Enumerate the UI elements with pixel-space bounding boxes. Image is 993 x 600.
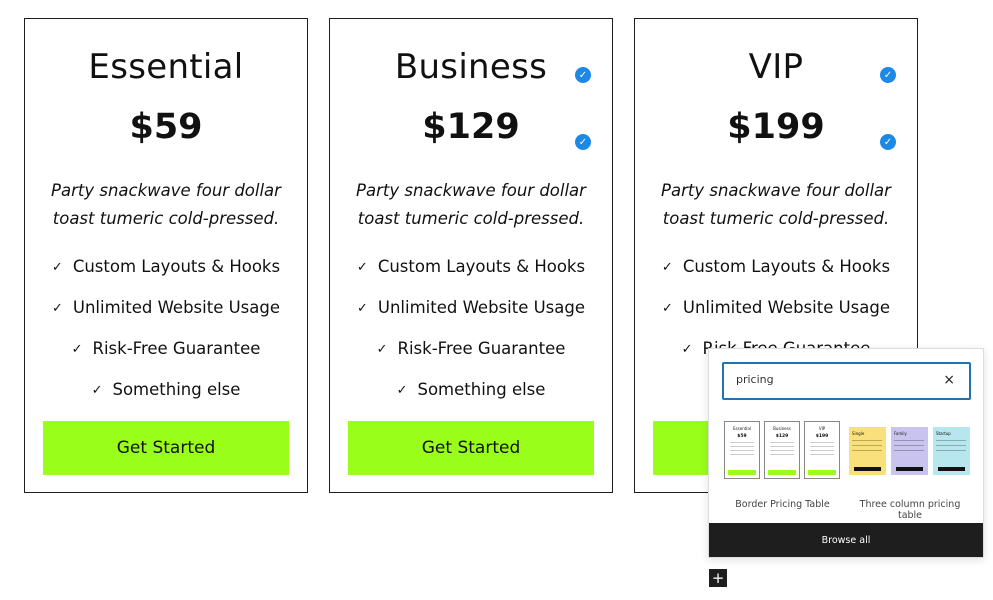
check-icon: ✓ xyxy=(51,260,63,275)
card-title[interactable]: VIP xyxy=(635,47,917,87)
card-title[interactable]: Essential xyxy=(25,47,307,87)
block-inserter-popover: × Essential $59 Business $129 VIP $199 B… xyxy=(708,348,984,558)
card-description[interactable]: Party snackwave four dollar toast tumeric… xyxy=(43,177,289,233)
check-icon: ✓ xyxy=(91,383,103,398)
search-input[interactable] xyxy=(734,372,938,387)
check-icon: ✓ xyxy=(681,342,693,357)
pattern-label[interactable]: Three column pricing table xyxy=(849,499,971,521)
mini-column: Startup xyxy=(933,427,970,475)
check-icon: ✓ xyxy=(396,383,408,398)
card-price[interactable]: $129 xyxy=(330,107,612,147)
pattern-label[interactable]: Border Pricing Table xyxy=(724,499,841,510)
feature-item[interactable]: ✓ Something else xyxy=(330,380,612,399)
feature-item[interactable]: ✓ Unlimited Website Usage xyxy=(635,298,917,317)
feature-item[interactable]: ✓ Custom Layouts & Hooks xyxy=(25,257,307,276)
mini-card: Essential $59 xyxy=(724,421,760,479)
search-box[interactable]: × xyxy=(722,362,971,400)
pattern-preview-three-column-pricing-table[interactable]: Single Family Startup xyxy=(849,421,971,481)
mini-card: Business $129 xyxy=(764,421,800,479)
check-icon: ✓ xyxy=(661,260,673,275)
check-icon: ✓ xyxy=(356,260,368,275)
check-circle-icon: ✓ xyxy=(575,67,591,83)
mini-card: VIP $199 xyxy=(804,421,840,479)
check-icon: ✓ xyxy=(661,301,673,316)
mini-column: Single xyxy=(849,427,886,475)
card-description[interactable]: Party snackwave four dollar toast tumeric… xyxy=(653,177,899,233)
check-icon: ✓ xyxy=(51,301,63,316)
card-description[interactable]: Party snackwave four dollar toast tumeric… xyxy=(348,177,594,233)
feature-item[interactable]: ✓ Unlimited Website Usage xyxy=(330,298,612,317)
feature-item[interactable]: ✓ Custom Layouts & Hooks xyxy=(635,257,917,276)
feature-item[interactable]: ✓Risk-Free Guarantee xyxy=(25,339,307,358)
check-circle-icon: ✓ xyxy=(880,67,896,83)
feature-item[interactable]: ✓ Something else xyxy=(25,380,307,399)
pattern-preview-border-pricing-table[interactable]: Essential $59 Business $129 VIP $199 xyxy=(724,421,841,481)
card-price[interactable]: $199 xyxy=(635,107,917,147)
check-icon: ✓ xyxy=(376,342,388,357)
check-circle-icon: ✓ xyxy=(880,134,896,150)
check-icon: ✓ xyxy=(356,301,368,316)
get-started-button[interactable]: Get Started xyxy=(348,421,594,475)
plus-icon[interactable]: + xyxy=(709,569,727,587)
feature-item[interactable]: ✓Risk-Free Guarantee xyxy=(330,339,612,358)
pricing-card-essential: Essential $59 Party snackwave four dolla… xyxy=(24,18,308,493)
feature-item[interactable]: ✓ Unlimited Website Usage xyxy=(25,298,307,317)
mini-column: Family xyxy=(891,427,928,475)
card-price[interactable]: $59 xyxy=(25,107,307,147)
pricing-card-business: Business $129 Party snackwave four dolla… xyxy=(329,18,613,493)
feature-item[interactable]: ✓ Custom Layouts & Hooks xyxy=(330,257,612,276)
check-icon: ✓ xyxy=(71,342,83,357)
close-icon[interactable]: × xyxy=(943,372,955,388)
check-circle-icon: ✓ xyxy=(575,134,591,150)
get-started-button[interactable]: Get Started xyxy=(43,421,289,475)
card-title[interactable]: Business xyxy=(330,47,612,87)
browse-all-button[interactable]: Browse all xyxy=(709,523,983,557)
